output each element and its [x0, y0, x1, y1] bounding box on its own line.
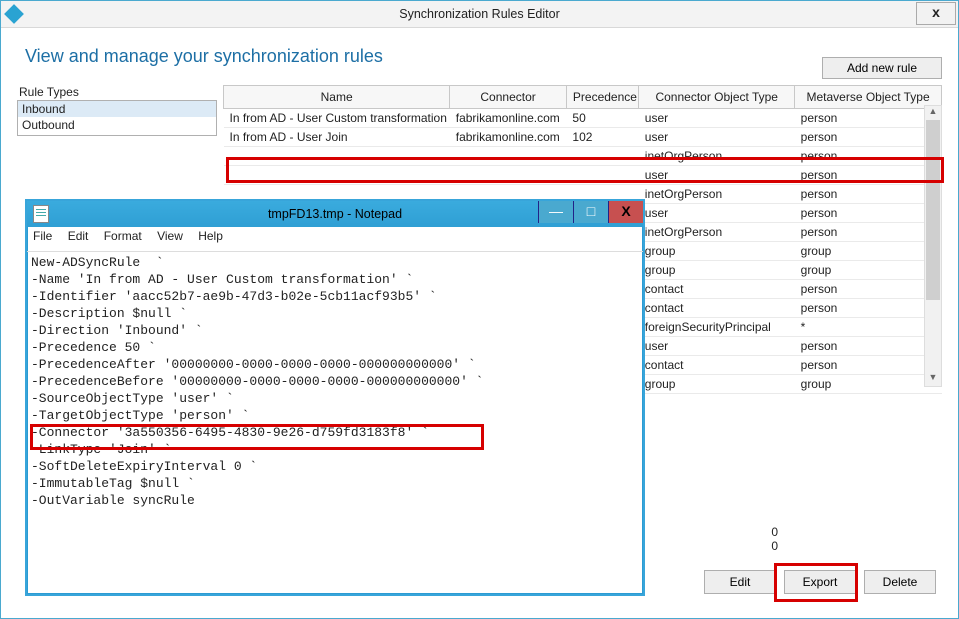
- notepad-titlebar[interactable]: tmpFD13.tmp - Notepad — □ X: [27, 201, 643, 227]
- cell-cot: user: [639, 204, 795, 223]
- cell-prec: [566, 147, 638, 166]
- edit-button[interactable]: Edit: [704, 570, 776, 594]
- cell-name: In from AD - User Join: [224, 128, 450, 147]
- cell-mot: person: [795, 185, 942, 204]
- col-mot[interactable]: Metaverse Object Type: [795, 86, 942, 109]
- cell-prec: [566, 166, 638, 185]
- cell-mot: person: [795, 204, 942, 223]
- cell-mot: person: [795, 337, 942, 356]
- cell-name: [224, 166, 450, 185]
- cell-mot: person: [795, 299, 942, 318]
- sync-rules-editor-window: Synchronization Rules Editor x View and …: [0, 0, 959, 619]
- cell-mot: person: [795, 109, 942, 128]
- counter-a: 0: [718, 525, 778, 539]
- cell-cot: user: [639, 128, 795, 147]
- counter-b: 0: [718, 539, 778, 553]
- cell-cot: user: [639, 109, 795, 128]
- notepad-maximize-button[interactable]: □: [573, 201, 608, 223]
- cell-mot: person: [795, 280, 942, 299]
- cell-cot: user: [639, 337, 795, 356]
- col-connector[interactable]: Connector: [450, 86, 567, 109]
- main-titlebar: Synchronization Rules Editor x: [1, 1, 958, 28]
- cell-cot: contact: [639, 299, 795, 318]
- grid-header-row: Name Connector Precedence Connector Obje…: [224, 86, 942, 109]
- cell-cot: inetOrgPerson: [639, 185, 795, 204]
- notepad-body: New-ADSyncRule ` -Name 'In from AD - Use…: [27, 252, 643, 594]
- cell-mot: group: [795, 242, 942, 261]
- bottom-buttons: Edit Export Delete: [704, 570, 936, 594]
- window-close-button[interactable]: x: [916, 2, 956, 25]
- counters: 0 0: [718, 525, 778, 553]
- add-new-rule-button[interactable]: Add new rule: [822, 57, 942, 79]
- table-row[interactable]: inetOrgPersonperson: [224, 147, 942, 166]
- rule-type-outbound[interactable]: Outbound: [18, 117, 216, 133]
- cell-cot: group: [639, 375, 795, 394]
- cell-prec: 102: [566, 128, 638, 147]
- menu-file[interactable]: File: [33, 229, 52, 243]
- cell-cot: foreignSecurityPrincipal: [639, 318, 795, 337]
- cell-name: In from AD - User Custom transformation: [224, 109, 450, 128]
- cell-mot: person: [795, 166, 942, 185]
- cell-cot: group: [639, 261, 795, 280]
- menu-format[interactable]: Format: [104, 229, 142, 243]
- cell-cot: contact: [639, 356, 795, 375]
- rule-type-inbound[interactable]: Inbound: [18, 101, 216, 117]
- window-title: Synchronization Rules Editor: [1, 7, 958, 21]
- table-row[interactable]: In from AD - User Joinfabrikamonline.com…: [224, 128, 942, 147]
- cell-connector: fabrikamonline.com: [450, 109, 567, 128]
- rule-types-label: Rule Types: [19, 85, 217, 99]
- notepad-text-area[interactable]: New-ADSyncRule ` -Name 'In from AD - Use…: [27, 252, 643, 594]
- col-name[interactable]: Name: [224, 86, 450, 109]
- scroll-thumb[interactable]: [926, 120, 940, 300]
- menu-view[interactable]: View: [157, 229, 183, 243]
- cell-cot: contact: [639, 280, 795, 299]
- cell-cot: inetOrgPerson: [639, 147, 795, 166]
- col-precedence[interactable]: Precedence: [566, 86, 638, 109]
- cell-cot: user: [639, 166, 795, 185]
- cell-mot: person: [795, 356, 942, 375]
- cell-mot: *: [795, 318, 942, 337]
- cell-connector: fabrikamonline.com: [450, 128, 567, 147]
- col-cot[interactable]: Connector Object Type: [639, 86, 795, 109]
- cell-name: [224, 147, 450, 166]
- notepad-window[interactable]: tmpFD13.tmp - Notepad — □ X File Edit Fo…: [25, 199, 645, 596]
- scroll-up-icon[interactable]: ▲: [925, 106, 941, 120]
- cell-connector: [450, 166, 567, 185]
- notepad-minimize-button[interactable]: —: [538, 201, 573, 223]
- notepad-menu-bar[interactable]: File Edit Format View Help: [27, 227, 643, 252]
- table-row[interactable]: In from AD - User Custom transformationf…: [224, 109, 942, 128]
- cell-cot: group: [639, 242, 795, 261]
- cell-mot: group: [795, 375, 942, 394]
- cell-mot: person: [795, 147, 942, 166]
- cell-mot: person: [795, 128, 942, 147]
- cell-mot: group: [795, 261, 942, 280]
- cell-connector: [450, 147, 567, 166]
- export-button[interactable]: Export: [784, 570, 856, 594]
- cell-cot: inetOrgPerson: [639, 223, 795, 242]
- menu-edit[interactable]: Edit: [68, 229, 89, 243]
- notepad-close-button[interactable]: X: [608, 201, 643, 223]
- scroll-down-icon[interactable]: ▼: [925, 372, 941, 386]
- page-title: View and manage your synchronization rul…: [1, 28, 958, 77]
- table-row[interactable]: userperson: [224, 166, 942, 185]
- rule-types-list[interactable]: Inbound Outbound: [17, 100, 217, 136]
- cell-prec: 50: [566, 109, 638, 128]
- cell-mot: person: [795, 223, 942, 242]
- menu-help[interactable]: Help: [198, 229, 223, 243]
- delete-button[interactable]: Delete: [864, 570, 936, 594]
- notepad-window-controls: — □ X: [538, 201, 643, 223]
- grid-scrollbar[interactable]: ▲ ▼: [924, 105, 942, 387]
